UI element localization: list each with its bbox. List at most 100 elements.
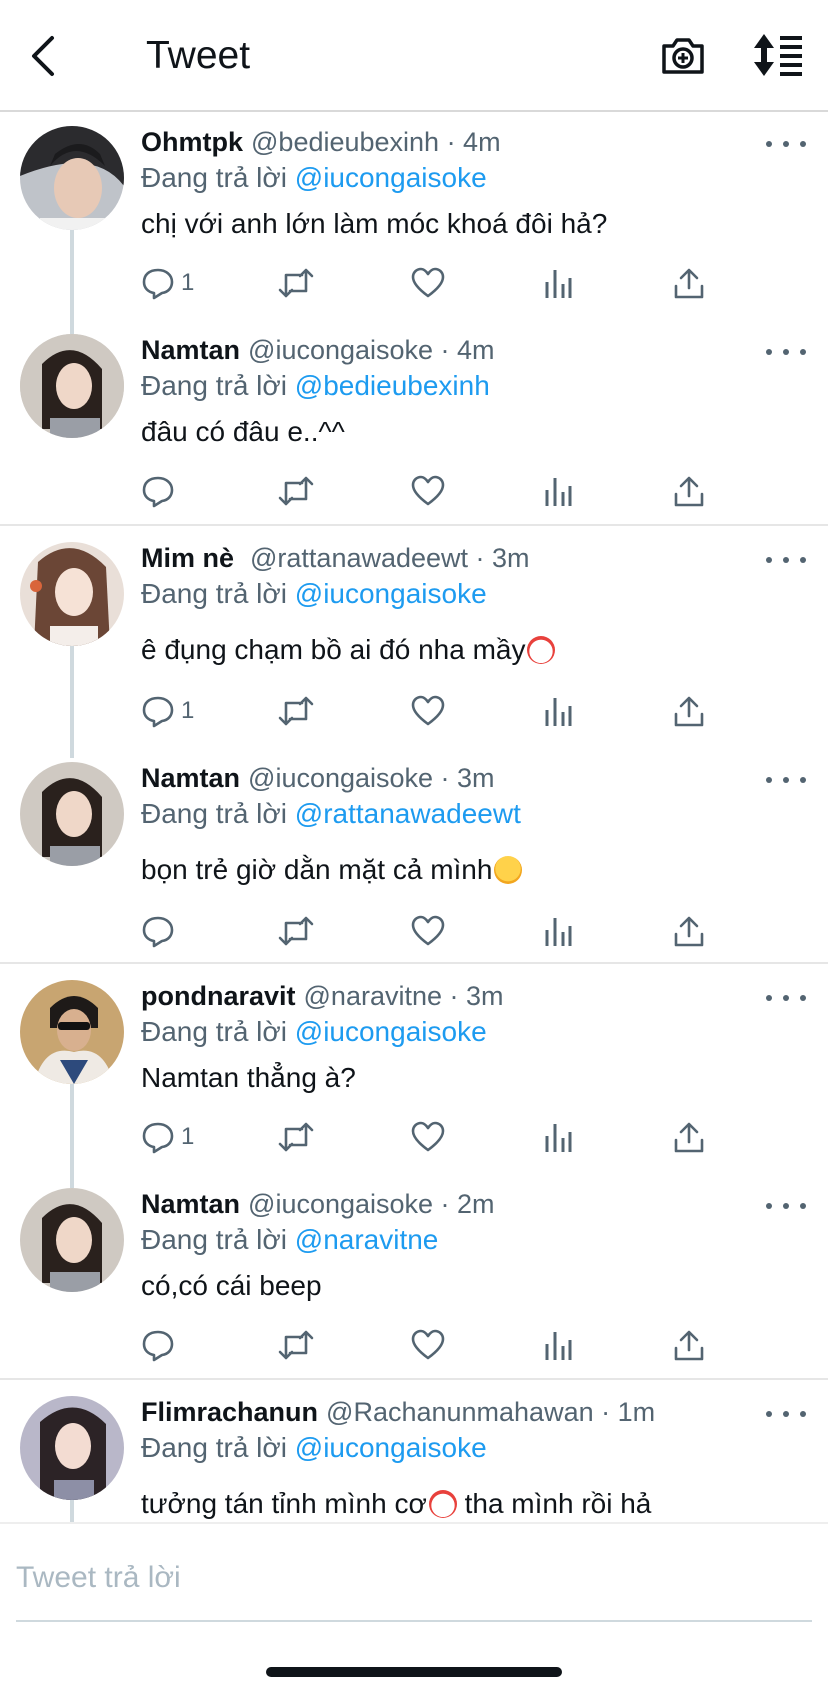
- share-icon: [674, 696, 704, 727]
- tweet-text: ê đụng chạm bồ ai đó nha mầy: [141, 632, 556, 668]
- camera-button[interactable]: [660, 32, 706, 78]
- reply-button[interactable]: 1: [141, 691, 194, 731]
- tweet-header: Namtan @iucongaisoke · 4m: [141, 332, 495, 368]
- clown-face-emoji: [428, 1490, 457, 1518]
- reply-button[interactable]: [141, 1325, 175, 1365]
- share-button[interactable]: [673, 263, 705, 303]
- more-options-button[interactable]: [766, 342, 806, 362]
- reply-button[interactable]: 1: [141, 263, 194, 303]
- mention-link[interactable]: @iucongaisoke: [295, 578, 487, 609]
- analytics-button[interactable]: [543, 263, 573, 303]
- analytics-icon: [545, 698, 572, 726]
- retweet-icon: [278, 1330, 314, 1360]
- retweet-button[interactable]: [277, 911, 315, 951]
- sort-icon: [754, 34, 802, 76]
- chevron-left-icon: [32, 36, 54, 76]
- thread-line: [70, 646, 74, 758]
- sort-button[interactable]: [752, 32, 806, 78]
- divider: [0, 1378, 828, 1380]
- display-name[interactable]: Flimrachanun: [141, 1397, 318, 1427]
- reply-icon: [142, 696, 174, 728]
- page-title: Tweet: [146, 34, 251, 77]
- share-button[interactable]: [673, 1325, 705, 1365]
- replying-to: Đang trả lời @iucongaisoke: [141, 160, 487, 196]
- avatar[interactable]: [20, 1188, 124, 1292]
- display-name[interactable]: pondnaravit: [141, 981, 296, 1011]
- top-bar: Tweet: [0, 0, 828, 112]
- share-button[interactable]: [673, 911, 705, 951]
- avatar[interactable]: [20, 126, 124, 230]
- reply-button[interactable]: [141, 471, 175, 511]
- replying-prefix: Đang trả lời: [141, 798, 287, 829]
- analytics-button[interactable]: [543, 1117, 573, 1157]
- like-button[interactable]: [411, 263, 445, 303]
- loudly-crying-face-emoji: [494, 856, 523, 884]
- replying-to: Đang trả lời @iucongaisoke: [141, 576, 487, 612]
- reply-input[interactable]: [16, 1554, 806, 1602]
- heart-icon: [411, 1329, 445, 1360]
- retweet-button[interactable]: [277, 1117, 315, 1157]
- avatar[interactable]: [20, 542, 124, 646]
- retweet-button[interactable]: [277, 263, 315, 303]
- more-options-button[interactable]: [766, 550, 806, 570]
- analytics-icon: [545, 478, 572, 506]
- mention-link[interactable]: @iucongaisoke: [295, 1432, 487, 1463]
- thread-line: [70, 1500, 74, 1522]
- like-button[interactable]: [411, 911, 445, 951]
- tweet-text: Namtan thẳng à?: [141, 1062, 356, 1093]
- share-button[interactable]: [673, 471, 705, 511]
- tweet-header: Ohmtpk @bedieubexinh · 4m: [141, 124, 501, 160]
- share-button[interactable]: [673, 691, 705, 731]
- analytics-button[interactable]: [543, 471, 573, 511]
- display-name[interactable]: Namtan: [141, 335, 240, 365]
- retweet-button[interactable]: [277, 691, 315, 731]
- divider: [0, 524, 828, 526]
- tweet-text: chị với anh lớn làm móc khoá đôi hả?: [141, 208, 608, 239]
- reply-button[interactable]: 1: [141, 1117, 194, 1157]
- back-button[interactable]: [28, 30, 88, 82]
- tweet-header: Flimrachanun @Rachanunmahawan · 1m: [141, 1394, 655, 1430]
- replying-to: Đang trả lời @naravitne: [141, 1222, 438, 1258]
- avatar[interactable]: [20, 1396, 124, 1500]
- reply-composer: [0, 1522, 828, 1622]
- more-options-button[interactable]: [766, 988, 806, 1008]
- tweet-text: đâu có đâu e..^^: [141, 416, 345, 447]
- retweet-button[interactable]: [277, 471, 315, 511]
- tweet-actions: [141, 911, 741, 951]
- like-button[interactable]: [411, 1117, 445, 1157]
- avatar[interactable]: [20, 334, 124, 438]
- more-options-button[interactable]: [766, 134, 806, 154]
- display-name[interactable]: Namtan: [141, 1189, 240, 1219]
- more-options-button[interactable]: [766, 1196, 806, 1216]
- reply-button[interactable]: [141, 911, 175, 951]
- avatar[interactable]: [20, 762, 124, 866]
- analytics-button[interactable]: [543, 691, 573, 731]
- replying-prefix: Đang trả lời: [141, 1016, 287, 1047]
- more-options-button[interactable]: [766, 1404, 806, 1424]
- tweet-text-content: ê đụng chạm bồ ai đó nha mầy: [141, 634, 526, 665]
- like-button[interactable]: [411, 1325, 445, 1365]
- heart-icon: [411, 1121, 445, 1152]
- mention-link[interactable]: @iucongaisoke: [295, 162, 487, 193]
- display-name[interactable]: Mim nè: [141, 543, 234, 573]
- analytics-button[interactable]: [543, 1325, 573, 1365]
- mention-link[interactable]: @rattanawadeewt: [295, 798, 521, 829]
- reply-count: 1: [181, 1123, 195, 1150]
- like-button[interactable]: [411, 471, 445, 511]
- reply-count: 1: [181, 697, 195, 724]
- mention-link[interactable]: @bedieubexinh: [295, 370, 490, 401]
- username-time: @iucongaisoke · 4m: [248, 335, 495, 365]
- like-button[interactable]: [411, 691, 445, 731]
- analytics-button[interactable]: [543, 911, 573, 951]
- retweet-button[interactable]: [277, 1325, 315, 1365]
- more-options-button[interactable]: [766, 770, 806, 790]
- mention-link[interactable]: @iucongaisoke: [295, 1016, 487, 1047]
- display-name[interactable]: Namtan: [141, 763, 240, 793]
- display-name[interactable]: Ohmtpk: [141, 127, 243, 157]
- tweet-header: pondnaravit @naravitne · 3m: [141, 978, 504, 1014]
- home-indicator[interactable]: [266, 1667, 562, 1677]
- avatar[interactable]: [20, 980, 124, 1084]
- share-icon: [674, 268, 704, 299]
- share-button[interactable]: [673, 1117, 705, 1157]
- mention-link[interactable]: @naravitne: [295, 1224, 439, 1255]
